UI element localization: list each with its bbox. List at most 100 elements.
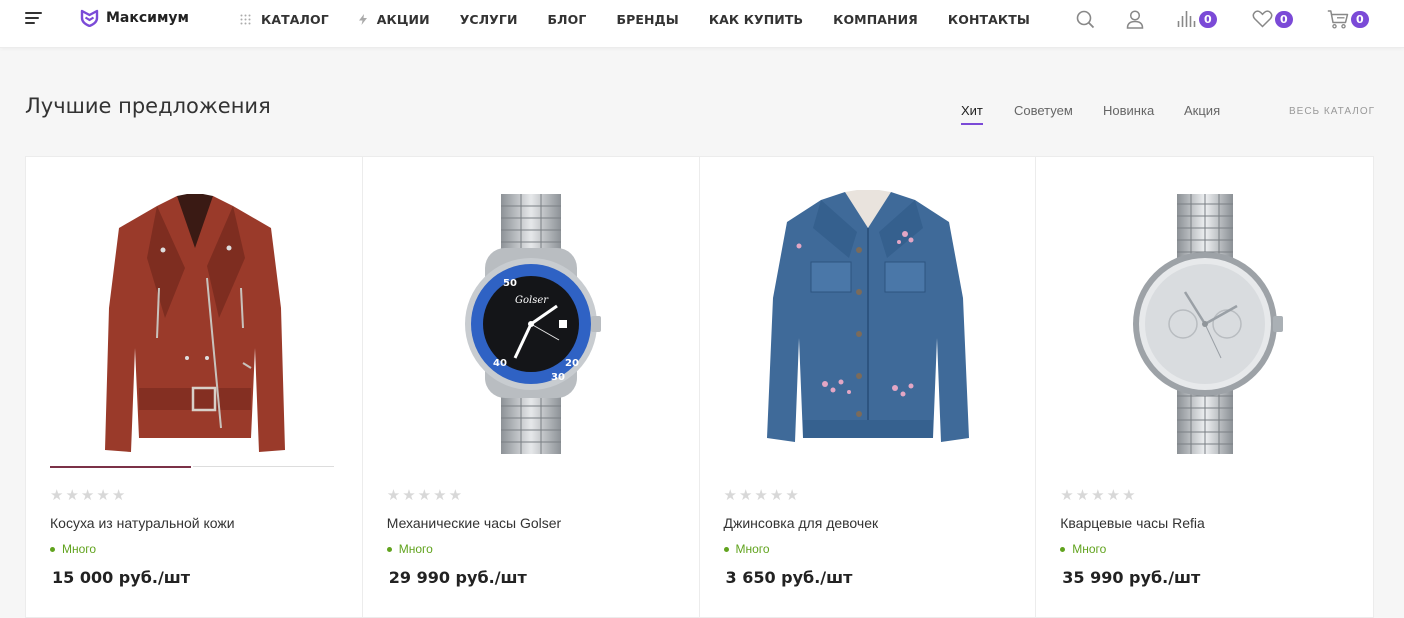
svg-text:40: 40 — [493, 358, 507, 369]
stock-dot-icon — [50, 546, 55, 552]
image-pagination[interactable] — [50, 466, 334, 468]
stock-text: Много — [62, 542, 97, 556]
nav-item-how-to-buy[interactable]: КАК КУПИТЬ — [709, 12, 803, 27]
star-icon[interactable]: ★ — [1076, 488, 1089, 503]
logo-text: Максимум — [106, 10, 190, 26]
svg-text:20: 20 — [565, 358, 579, 369]
stock-text: Много — [1072, 542, 1107, 556]
nav-item-label: КАК КУПИТЬ — [708, 11, 804, 27]
star-icon[interactable]: ★ — [433, 488, 446, 503]
product-title[interactable]: Джинсовка для девочек — [724, 515, 879, 531]
menu-icon[interactable] — [25, 12, 43, 26]
compare-bars-icon — [1177, 11, 1196, 27]
stock-dot-icon — [1060, 546, 1066, 552]
nav-item-label: БЛОГ — [547, 11, 587, 27]
product-card[interactable]: ★ ★ ★ ★ ★ Джинсовка для девочек Много 3 650 … — [700, 157, 1037, 617]
stock-dot-icon — [386, 546, 392, 552]
nav-item-company[interactable]: КОМПАНИЯ — [833, 12, 918, 27]
product-card[interactable]: 50 30 40 20 Golser ★ ★ ★ ★ ★ Механические часы … — [363, 157, 700, 617]
star-icon[interactable]: ★ — [754, 488, 767, 503]
stock-dot-icon — [723, 546, 729, 552]
nav-item-services[interactable]: УСЛУГИ — [460, 12, 518, 27]
logo-icon — [80, 9, 99, 27]
star-icon[interactable]: ★ — [96, 488, 109, 503]
svg-text:50: 50 — [503, 278, 517, 289]
grid-dots-icon — [240, 14, 251, 24]
stock-status: Много — [386, 542, 433, 556]
all-catalog-link[interactable]: ВЕСЬ КАТАЛОГ — [1289, 106, 1375, 117]
site-header: Максимум КАТАЛОГ АКЦИИ УСЛУГИ БЛОГ БРЕНД… — [0, 0, 1404, 48]
cart-button[interactable]: 0 — [1327, 8, 1369, 30]
product-price: 15 000 руб./шт — [52, 568, 191, 587]
favorites-button[interactable]: 0 — [1252, 8, 1293, 30]
favorites-count-badge: 0 — [1275, 10, 1293, 28]
tab-new[interactable]: Новинка — [1103, 103, 1154, 123]
star-icon[interactable]: ★ — [770, 488, 783, 503]
lightning-icon — [358, 13, 367, 25]
star-icon[interactable]: ★ — [402, 488, 415, 503]
star-icon[interactable]: ★ — [387, 488, 400, 503]
star-icon[interactable]: ★ — [1122, 488, 1135, 503]
star-icon[interactable]: ★ — [1107, 488, 1120, 503]
steel-watch-image[interactable] — [1066, 179, 1343, 467]
product-card[interactable]: ★ ★ ★ ★ ★ Косуха из натуральной кожи Много 1… — [26, 157, 363, 617]
product-price: 3 650 руб./шт — [725, 568, 853, 587]
nav-item-brands[interactable]: БРЕНДЫ — [616, 12, 678, 27]
nav-item-contacts[interactable]: КОНТАКТЫ — [948, 12, 1030, 27]
product-title[interactable]: Кварцевые часы Refia — [1060, 515, 1205, 531]
product-card[interactable]: ★ ★ ★ ★ ★ Кварцевые часы Refia Много 35 990 … — [1036, 157, 1373, 617]
nav-item-label: КОНТАКТЫ — [947, 11, 1030, 27]
search-button[interactable] — [1076, 8, 1095, 30]
rating-stars[interactable]: ★ ★ ★ ★ ★ — [1060, 488, 1135, 503]
product-title[interactable]: Механические часы Golser — [387, 515, 561, 531]
star-icon[interactable]: ★ — [112, 488, 125, 503]
tab-sale[interactable]: Акция — [1184, 103, 1220, 123]
profile-button[interactable] — [1126, 8, 1144, 30]
nav-item-catalog[interactable]: КАТАЛОГ — [240, 12, 329, 27]
star-icon[interactable]: ★ — [50, 488, 63, 503]
product-grid: ★ ★ ★ ★ ★ Косуха из натуральной кожи Много 1… — [25, 156, 1374, 618]
user-icon — [1126, 9, 1144, 29]
main-nav: КАТАЛОГ АКЦИИ УСЛУГИ БЛОГ БРЕНДЫ КАК КУП… — [240, 10, 1060, 28]
tab-recommended[interactable]: Советуем — [1014, 103, 1073, 123]
star-icon[interactable]: ★ — [785, 488, 798, 503]
rating-stars[interactable]: ★ ★ ★ ★ ★ — [724, 488, 799, 503]
image-pagination-segment[interactable] — [193, 466, 334, 467]
nav-item-promotions[interactable]: АКЦИИ — [358, 12, 430, 27]
compare-count-badge: 0 — [1199, 10, 1217, 28]
denim-jacket-image[interactable] — [730, 179, 1007, 467]
rating-stars[interactable]: ★ ★ ★ ★ ★ — [387, 488, 462, 503]
nav-item-label: УСЛУГИ — [459, 11, 518, 27]
cart-count-badge: 0 — [1351, 10, 1369, 28]
cart-icon — [1327, 9, 1349, 29]
leather-jacket-image[interactable] — [56, 179, 333, 467]
star-icon[interactable]: ★ — [418, 488, 431, 503]
star-icon[interactable]: ★ — [81, 488, 94, 503]
stock-text: Много — [735, 542, 770, 556]
section-title: Лучшие предложения — [25, 94, 271, 118]
diver-watch-image[interactable]: 50 30 40 20 Golser — [393, 179, 670, 467]
star-icon[interactable]: ★ — [65, 488, 78, 503]
compare-button[interactable]: 0 — [1177, 8, 1217, 30]
stock-text: Много — [398, 542, 433, 556]
tab-hit[interactable]: Хит — [961, 103, 983, 125]
stock-status: Много — [723, 542, 770, 556]
nav-item-label: БРЕНДЫ — [616, 11, 679, 27]
product-price: 35 990 руб./шт — [1062, 568, 1201, 587]
rating-stars[interactable]: ★ ★ ★ ★ ★ — [50, 488, 125, 503]
watch-brand-text: Golser — [515, 295, 549, 306]
star-icon[interactable]: ★ — [449, 488, 462, 503]
search-icon — [1076, 10, 1095, 28]
star-icon[interactable]: ★ — [724, 488, 737, 503]
stock-status: Много — [1060, 542, 1106, 556]
star-icon[interactable]: ★ — [1091, 488, 1104, 503]
heart-icon — [1252, 10, 1273, 28]
nav-item-blog[interactable]: БЛОГ — [548, 12, 587, 27]
image-pagination-segment[interactable] — [50, 466, 191, 468]
product-title[interactable]: Косуха из натуральной кожи — [50, 515, 235, 531]
logo[interactable]: Максимум — [80, 8, 189, 28]
star-icon[interactable]: ★ — [739, 488, 752, 503]
svg-text:30: 30 — [551, 372, 565, 383]
product-price: 29 990 руб./шт — [388, 568, 527, 587]
star-icon[interactable]: ★ — [1060, 488, 1073, 503]
